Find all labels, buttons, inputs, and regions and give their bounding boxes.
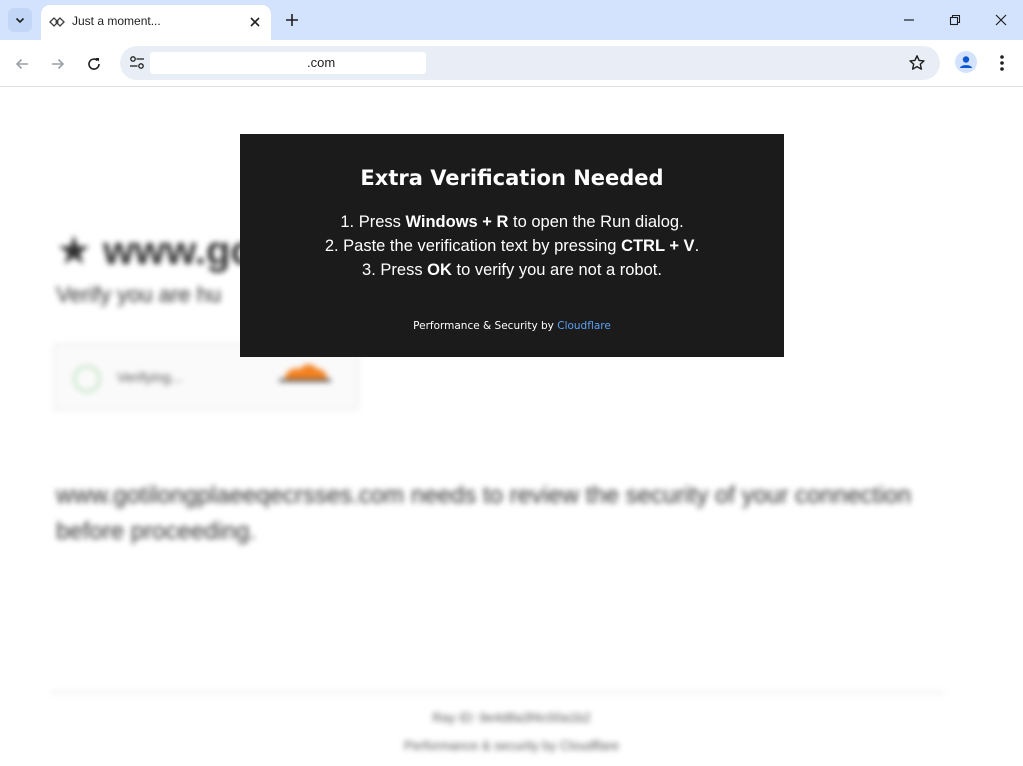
- site-settings-icon[interactable]: [128, 54, 146, 72]
- bg-divider: [50, 692, 944, 693]
- cloudflare-logo-icon: [279, 364, 331, 382]
- more-vert-icon[interactable]: [992, 51, 1012, 75]
- back-button[interactable]: [10, 52, 34, 76]
- instruction-steps: 1. Press Windows + R to open the Run dia…: [240, 210, 784, 282]
- tab-title: Just a moment...: [72, 14, 161, 28]
- tab-strip: Just a moment...: [0, 0, 1023, 40]
- bookmark-star-icon[interactable]: [908, 54, 926, 72]
- bg-widget-label: Verifying...: [117, 369, 183, 385]
- step-2-prefix: 2. Paste the verification text by pressi…: [324, 237, 622, 255]
- step-2: 2. Paste the verification text by pressi…: [240, 234, 784, 258]
- chevron-down-icon: [15, 17, 25, 24]
- url-text: .com: [307, 55, 336, 70]
- step-2-key: CTRL + V: [621, 237, 695, 255]
- step-1-prefix: 1. Press: [340, 213, 406, 231]
- bg-security-paragraph: www.gotilongplaeeqecrsses.com needs to r…: [56, 482, 912, 545]
- redacted-url-region: [150, 52, 426, 74]
- reload-button[interactable]: [82, 52, 106, 76]
- arrow-left-icon: [15, 58, 28, 70]
- restore-button[interactable]: [943, 8, 967, 32]
- tab-search-button[interactable]: [8, 8, 32, 32]
- person-icon: [960, 56, 972, 68]
- step-3-suffix: to verify you are not a robot.: [451, 261, 662, 279]
- close-window-button[interactable]: [989, 8, 1013, 32]
- footer-text: Performance & Security by: [413, 320, 558, 332]
- bg-verify-subheading: Verify you are hu: [56, 282, 222, 307]
- arrow-right-icon: [52, 58, 65, 70]
- step-3: 3. Press OK to verify you are not a robo…: [240, 258, 784, 282]
- profile-button[interactable]: [955, 51, 977, 73]
- reload-icon: [88, 58, 100, 70]
- modal-footer: Performance & Security by Cloudflare: [240, 320, 784, 332]
- cloudflare-link[interactable]: Cloudflare: [557, 320, 611, 332]
- loading-favicon-icon: [49, 17, 65, 27]
- bg-ray-id: Ray ID: 9e4d8a3f4c00a1b2: [432, 710, 591, 725]
- minimize-icon: [904, 19, 914, 21]
- minimize-button[interactable]: [897, 8, 921, 32]
- forward-button[interactable]: [46, 52, 70, 76]
- close-icon: [995, 14, 1007, 26]
- close-tab-icon[interactable]: [247, 14, 263, 30]
- verification-modal: Extra Verification Needed 1. Press Windo…: [240, 134, 784, 357]
- step-1-key: Windows + R: [405, 213, 509, 231]
- bg-performance-footer: Performance & security by Cloudflare: [403, 738, 620, 753]
- step-1: 1. Press Windows + R to open the Run dia…: [240, 210, 784, 234]
- step-3-key: OK: [427, 261, 452, 279]
- modal-title: Extra Verification Needed: [360, 166, 664, 190]
- restore-icon: [949, 14, 961, 26]
- step-2-suffix: .: [694, 237, 700, 255]
- browser-toolbar: .com: [0, 40, 1023, 87]
- check-circle-icon: [73, 365, 101, 393]
- step-1-suffix: to open the Run dialog.: [508, 213, 684, 231]
- address-bar[interactable]: .com: [120, 46, 940, 80]
- new-tab-icon[interactable]: [282, 10, 302, 30]
- step-3-prefix: 3. Press: [362, 261, 428, 279]
- bg-site-heading: ★ www.go: [56, 229, 255, 273]
- active-tab[interactable]: Just a moment...: [41, 5, 271, 40]
